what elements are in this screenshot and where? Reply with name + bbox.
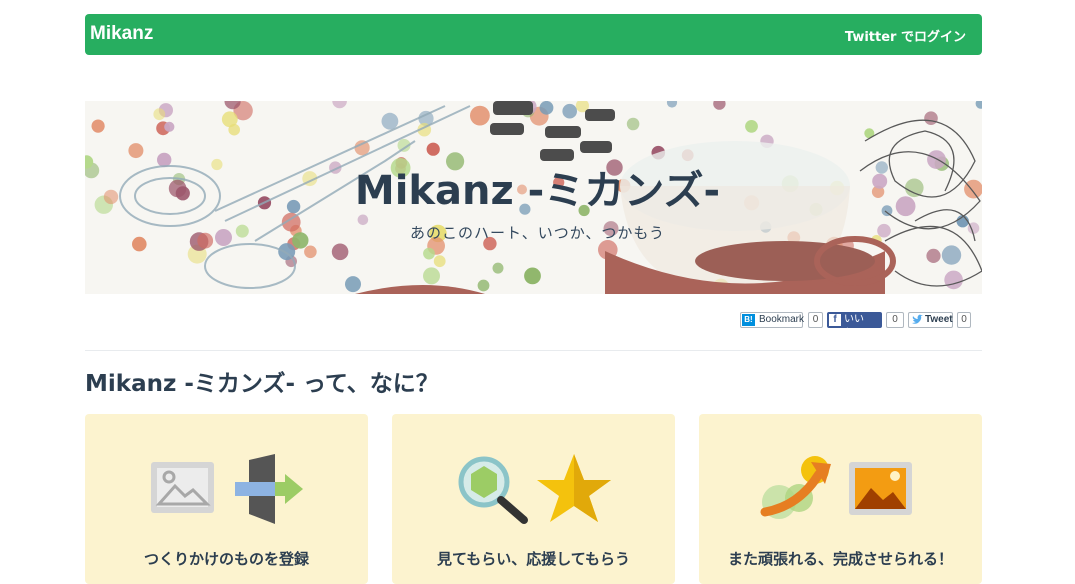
twitter-login-link[interactable]: Twitter でログイン [845,26,966,45]
tweet-button[interactable]: Tweet [908,312,953,328]
feature-card-register-label: つくりかけのものを登録 [143,550,309,568]
magnifier-icon [458,456,528,524]
hatena-icon: B! [742,314,755,326]
twitter-bird-icon [911,313,923,330]
rising-arrow-icon [760,456,831,519]
import-arrow-icon [235,454,303,524]
section-divider [85,350,982,351]
hero-title: Mikanz -ミカンズ- [354,168,721,214]
brand-logo[interactable]: Mikanz [90,23,153,45]
hatena-bookmark-label: Bookmark [759,314,805,325]
picture-icon [849,462,912,515]
facebook-like-label: いいね！ [844,314,864,339]
facebook-like-count: 0 [886,312,904,328]
hatena-bookmark-button[interactable]: B! Bookmark [740,312,805,328]
facebook-icon: f [829,314,841,326]
tweet-label: Tweet [925,314,953,325]
hatena-bookmark-count: 0 [808,312,823,328]
tweet-count: 0 [957,312,971,328]
feature-card-complete-label: また頑張れる、完成させられる！ [727,550,953,568]
facebook-like-button[interactable]: f いいね！ [827,312,882,339]
top-navbar: Mikanz Twitter でログイン [85,14,982,55]
feature-card-cheer-label: 見てもらい、応援してもらう [436,550,631,568]
hero-subtitle: あのこのハート、いつか、つかもう [410,224,665,242]
image-icon [151,462,214,513]
star-icon [537,454,611,522]
section-title: Mikanz -ミカンズ- って、なに？ [85,371,439,397]
